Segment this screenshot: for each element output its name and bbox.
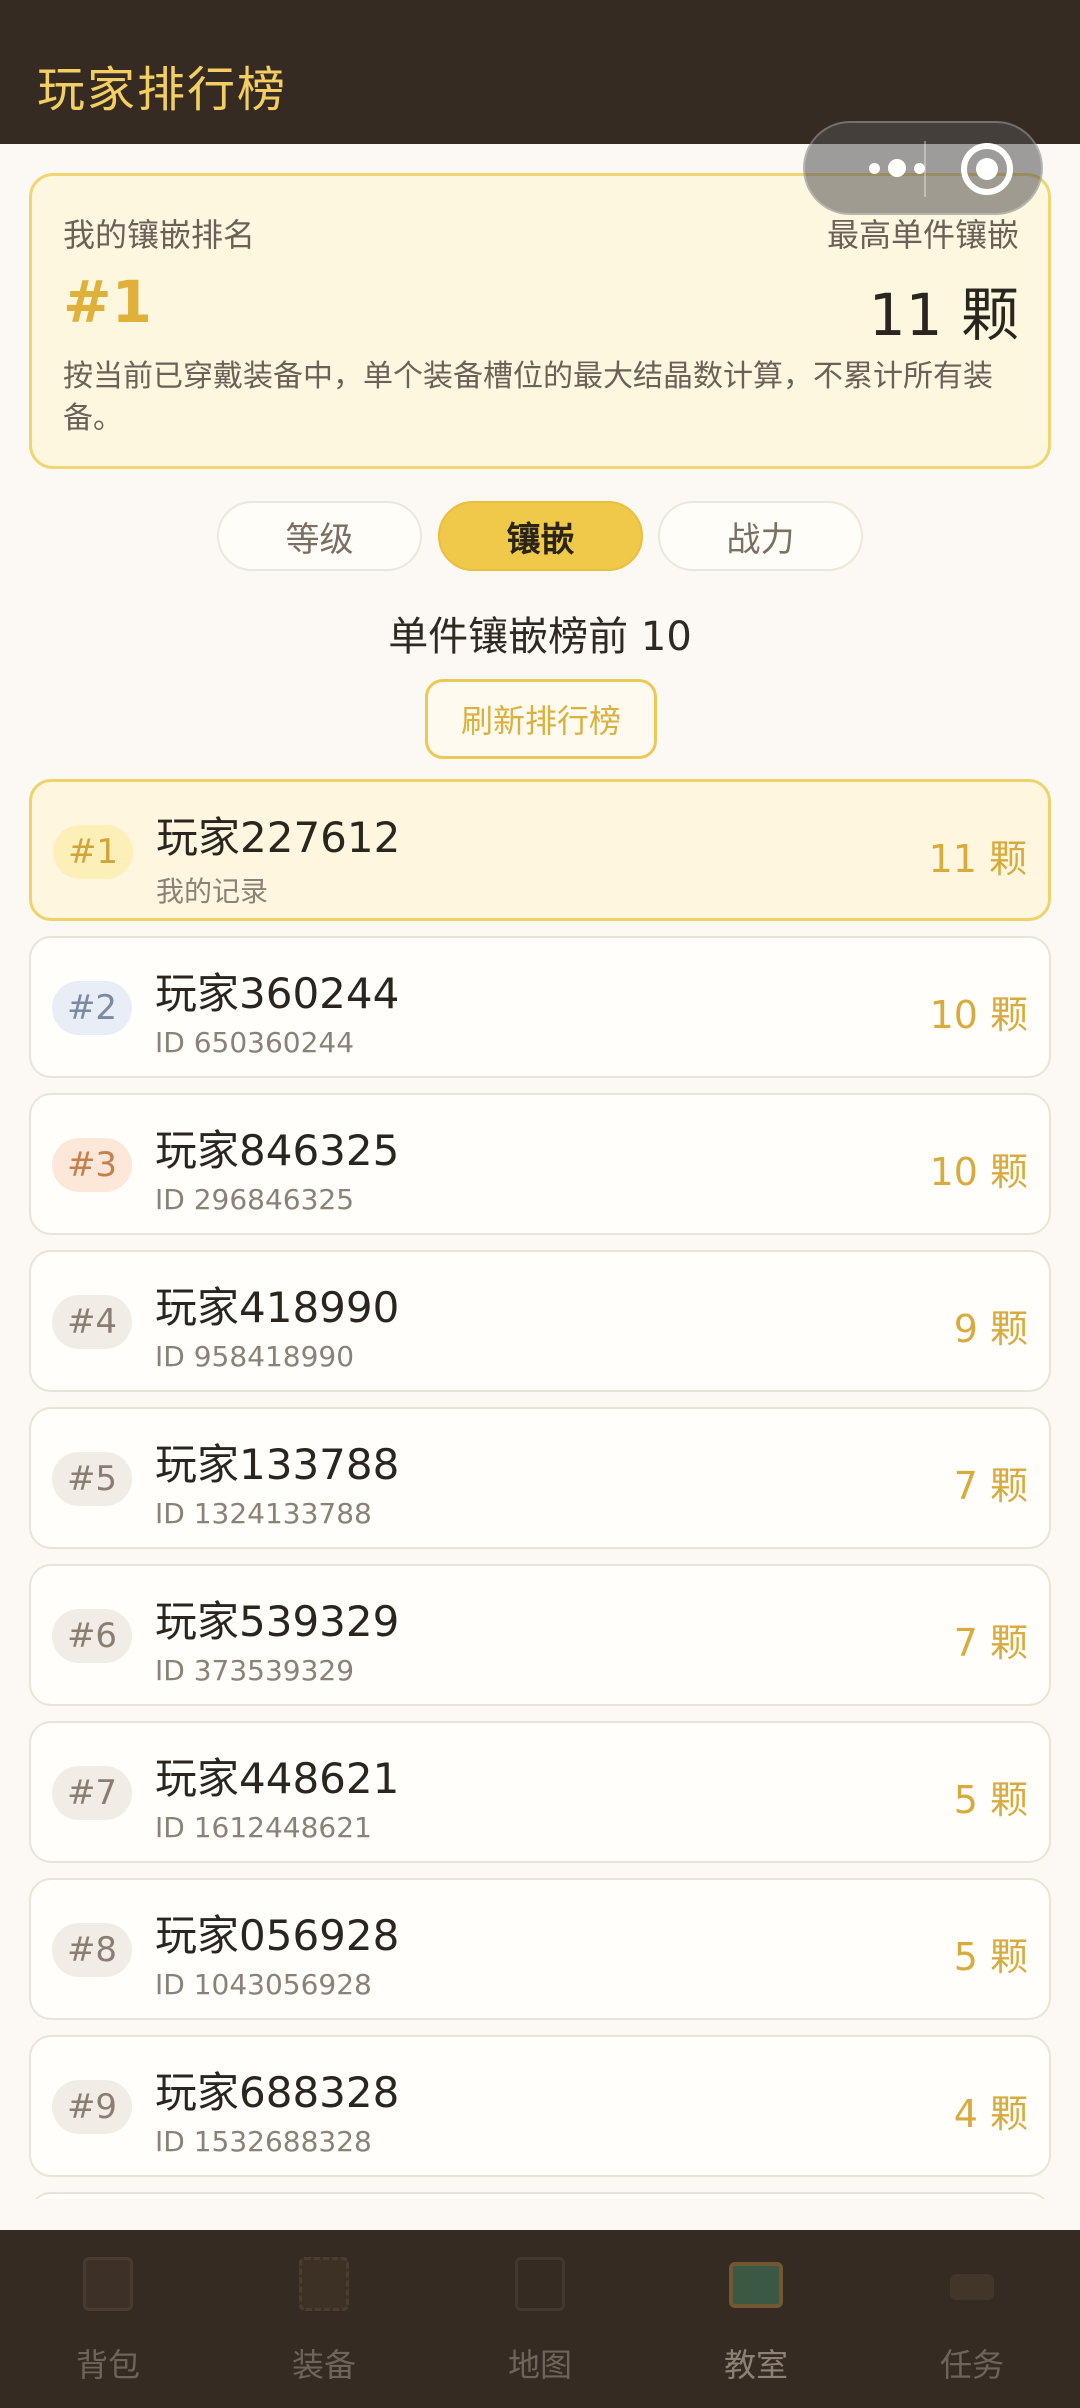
player-id: ID 373539329: [155, 1654, 355, 1687]
player-name: 玩家846325: [155, 1126, 400, 1175]
nav-equipment[interactable]: 装备: [216, 2230, 432, 2408]
gem-count: 10 颗: [929, 1150, 1028, 1194]
nav-label: 装备: [291, 2346, 356, 2384]
gem-count: 5 颗: [953, 1935, 1028, 1979]
player-id: ID 1612448621: [155, 1811, 372, 1844]
rank-badge: #9: [52, 2080, 132, 2134]
rank-badge: #6: [52, 1609, 132, 1663]
nav-label: 地图: [507, 2346, 572, 2384]
rank-badge: #2: [52, 981, 132, 1035]
nav-map[interactable]: 地图: [432, 2230, 648, 2408]
capsule-divider: [924, 141, 926, 197]
page-title: 玩家排行榜: [37, 62, 288, 118]
nav-backpack[interactable]: 背包: [0, 2230, 216, 2408]
leaderboard-page: 玩家排行榜 我的镶嵌排名 最高单件镶嵌 #1 11 颗 按当前已穿戴装备中，单个…: [0, 0, 1080, 2408]
tab-level[interactable]: 等级: [217, 501, 422, 571]
list-item[interactable]: #5 玩家133788 ID 1324133788 7 颗: [29, 1407, 1051, 1549]
my-rank-card: 我的镶嵌排名 最高单件镶嵌 #1 11 颗 按当前已穿戴装备中，单个装备槽位的最…: [29, 173, 1051, 469]
bottom-nav: 背包 装备 地图 教室 任务: [0, 2230, 1080, 2408]
tab-power[interactable]: 战力: [658, 501, 863, 571]
nav-label: 背包: [75, 2346, 140, 2384]
player-name: 玩家539329: [155, 1597, 400, 1646]
list-item[interactable]: #1 玩家227612 我的记录 11 颗: [29, 779, 1051, 921]
nav-task[interactable]: 任务: [864, 2230, 1080, 2408]
player-sub: 我的记录: [156, 875, 269, 908]
player-name: 玩家227612: [156, 813, 401, 862]
list-item[interactable]: #2 玩家360244 ID 650360244 10 颗: [29, 936, 1051, 1078]
player-name: 玩家056928: [155, 1911, 400, 1960]
my-rank-label: 我的镶嵌排名: [63, 216, 256, 254]
player-name: 玩家360244: [155, 969, 400, 1018]
rank-badge: #7: [52, 1766, 132, 1820]
max-inlay-value: 11 颗: [868, 281, 1019, 349]
ranking-tabs: 等级 镶嵌 战力: [217, 501, 863, 571]
rank-badge: #4: [52, 1295, 132, 1349]
close-target-icon[interactable]: [961, 143, 1013, 195]
rank-badge: #8: [52, 1923, 132, 1977]
gem-count: 9 颗: [953, 1307, 1028, 1351]
equipment-icon: [299, 2257, 349, 2311]
leaderboard-list[interactable]: #1 玩家227612 我的记录 11 颗 #2 玩家360244 ID 650…: [29, 779, 1051, 2199]
rank-badge: #5: [52, 1452, 132, 1506]
list-item-partial[interactable]: [29, 2192, 1051, 2199]
player-name: 玩家688328: [155, 2068, 400, 2117]
list-item[interactable]: #7 玩家448621 ID 1612448621 5 颗: [29, 1721, 1051, 1863]
rank-badge: #1: [53, 825, 133, 879]
list-item[interactable]: #6 玩家539329 ID 373539329 7 颗: [29, 1564, 1051, 1706]
section-title: 单件镶嵌榜前 10: [388, 614, 692, 660]
my-rank-value: #1: [63, 268, 152, 336]
max-inlay-label: 最高单件镶嵌: [826, 216, 1019, 254]
nav-classroom[interactable]: 教室: [648, 2230, 864, 2408]
player-id: ID 296846325: [155, 1183, 355, 1216]
nav-label: 任务: [939, 2346, 1004, 2384]
list-item[interactable]: #4 玩家418990 ID 958418990 9 颗: [29, 1250, 1051, 1392]
backpack-icon: [83, 2257, 133, 2311]
gem-count: 5 颗: [953, 1778, 1028, 1822]
list-item[interactable]: #3 玩家846325 ID 296846325 10 颗: [29, 1093, 1051, 1235]
rank-rule-note: 按当前已穿戴装备中，单个装备槽位的最大结晶数计算，不累计所有装备。: [63, 359, 993, 436]
player-name: 玩家133788: [155, 1440, 400, 1489]
list-item[interactable]: #8 玩家056928 ID 1043056928 5 颗: [29, 1878, 1051, 2020]
nav-label: 教室: [723, 2346, 788, 2384]
task-icon: [950, 2274, 994, 2300]
rank-badge: #3: [52, 1138, 132, 1192]
player-id: ID 958418990: [155, 1340, 355, 1373]
more-menu-icon[interactable]: [837, 123, 957, 213]
player-id: ID 1324133788: [155, 1497, 372, 1530]
player-id: ID 650360244: [155, 1026, 355, 1059]
map-icon: [515, 2257, 565, 2311]
classroom-icon: [729, 2262, 783, 2308]
list-item[interactable]: #9 玩家688328 ID 1532688328 4 颗: [29, 2035, 1051, 2177]
tab-inlay[interactable]: 镶嵌: [438, 501, 643, 571]
gem-count: 4 颗: [953, 2092, 1028, 2136]
gem-count: 11 颗: [928, 837, 1027, 881]
miniprogram-capsule: [803, 121, 1043, 215]
gem-count: 7 颗: [953, 1621, 1028, 1665]
gem-count: 10 颗: [929, 993, 1028, 1037]
player-id: ID 1043056928: [155, 1968, 372, 2001]
player-name: 玩家418990: [155, 1283, 400, 1332]
player-id: ID 1532688328: [155, 2125, 372, 2158]
gem-count: 7 颗: [953, 1464, 1028, 1508]
player-name: 玩家448621: [155, 1754, 400, 1803]
refresh-leaderboard-button[interactable]: 刷新排行榜: [425, 679, 657, 759]
